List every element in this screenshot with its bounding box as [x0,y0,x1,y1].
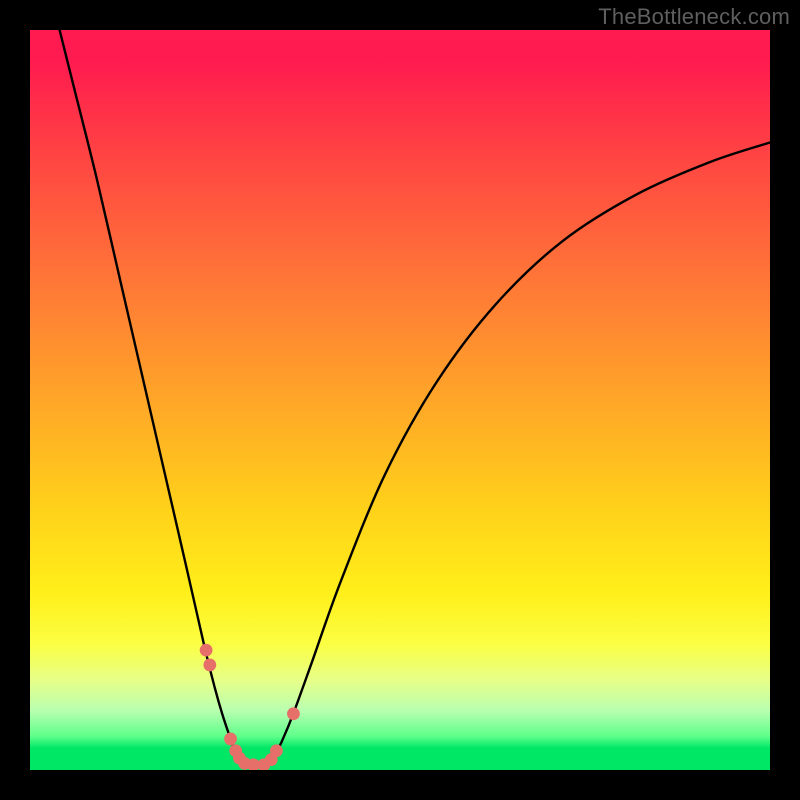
data-marker [270,744,283,757]
bottleneck-curve [60,30,770,766]
chart-frame: TheBottleneck.com [0,0,800,800]
data-marker [224,733,237,746]
watermark-label: TheBottleneck.com [598,4,790,30]
data-marker [287,707,300,720]
plot-area [30,30,770,770]
data-marker [203,659,216,672]
data-marker [200,644,213,657]
curve-svg [30,30,770,770]
data-markers [200,644,300,770]
